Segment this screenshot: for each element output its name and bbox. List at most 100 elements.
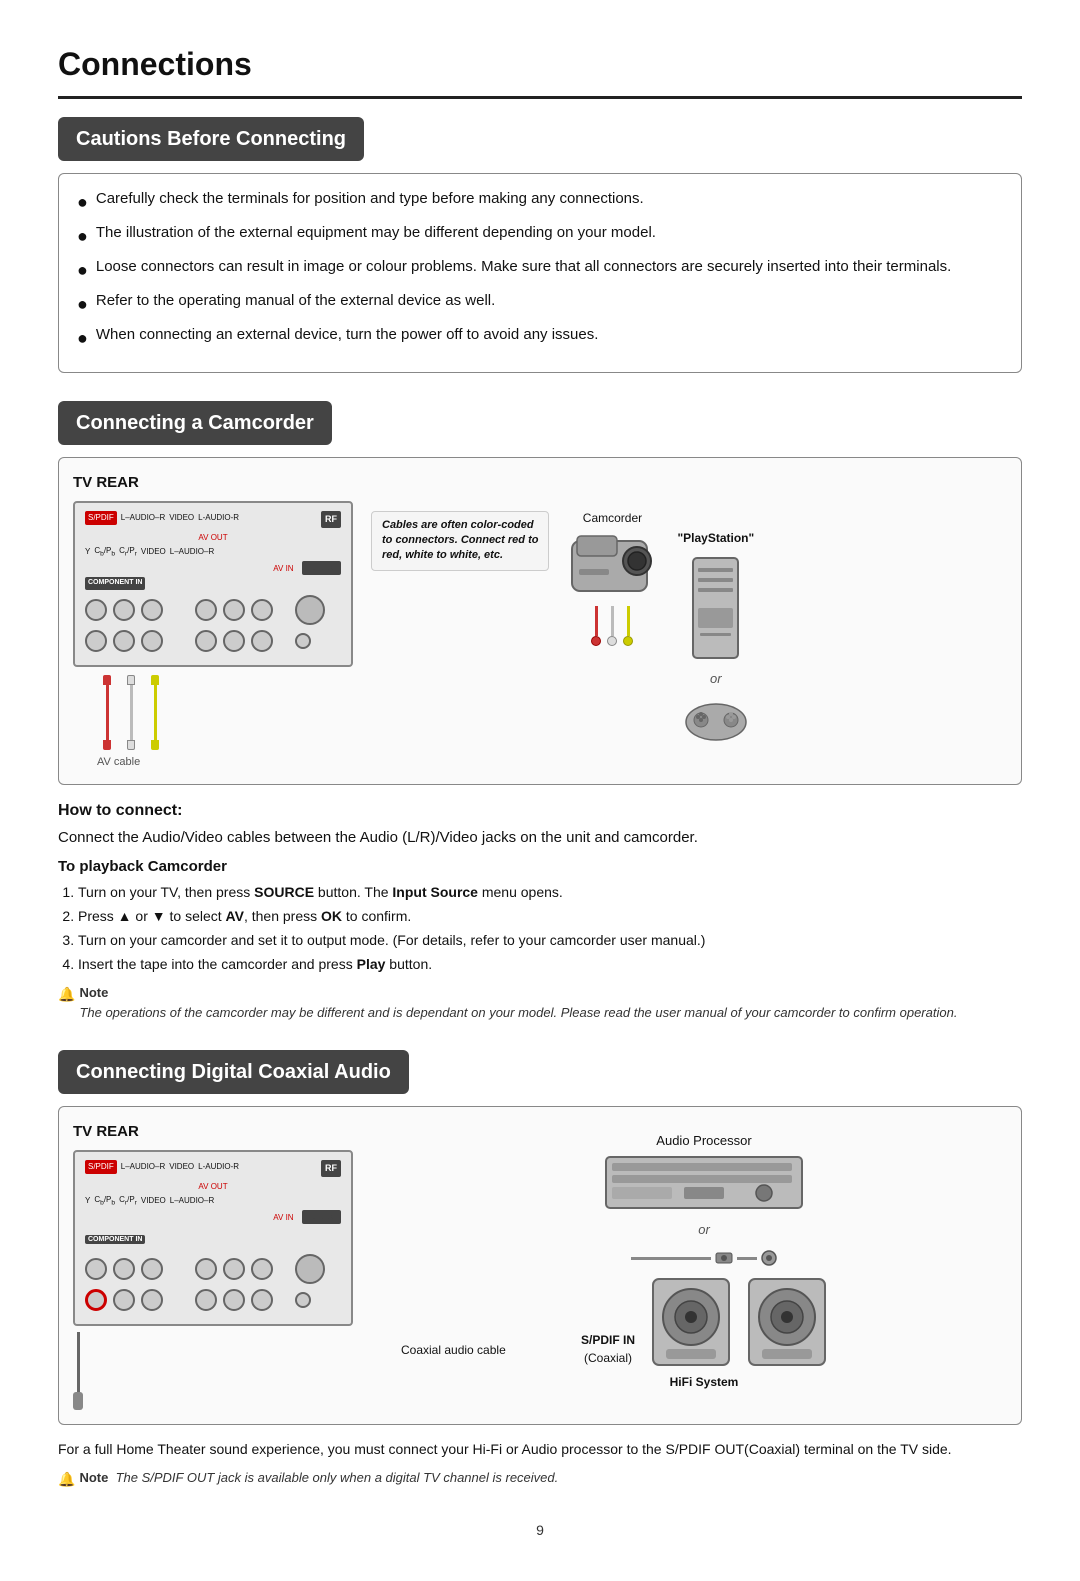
coaxial-or-text: or [401,1220,1007,1240]
spdif-port [85,1289,107,1311]
y-label: Y [85,546,90,558]
caution-item-4: ● Refer to the operating manual of the e… [77,290,1003,318]
spdif-label: S/PDIF [85,511,117,525]
camcorder-cable-group [591,606,633,646]
bullet-icon: ● [77,257,88,284]
playback-step-1: Turn on your TV, then press SOURCE butto… [78,882,1022,903]
coaxial-body-text: For a full Home Theater sound experience… [58,1439,1022,1460]
coaxial-panel-labels: S/PDIF L–AUDIO–R VIDEO L-AUDIO-R [85,1160,239,1174]
playback-step-4: Insert the tape into the camcorder and p… [78,954,1022,975]
cautions-section: Cautions Before Connecting ● Carefully c… [58,117,1022,373]
c-port-8 [113,1289,135,1311]
coaxial-connector-icon [715,1249,733,1267]
coaxial-diagram-inner: TV REAR S/PDIF L–AUDIO–R VIDEO L-AUDIO-R… [73,1121,1007,1410]
coaxial-diagram-box: TV REAR S/PDIF L–AUDIO–R VIDEO L-AUDIO-R… [58,1106,1022,1425]
cr-pr-label-c: Cr/Pr [119,1194,137,1209]
coaxial-ports-row-2 [85,1289,341,1311]
panel-top-row: S/PDIF L–AUDIO–R VIDEO L-AUDIO-R RF [85,511,341,529]
tv-rear-label-coaxial: TV REAR [73,1121,139,1144]
port-circle-10 [195,630,217,652]
cb-pb-label-c: Cb/Pb [94,1194,115,1209]
port-circle-3 [141,599,163,621]
tv-rear-label-camcorder: TV REAR [73,472,1007,495]
playstation-svg [688,553,743,663]
av-out-label: AV OUT [85,532,341,544]
c-port-small [295,1292,311,1308]
coaxial-note-icon: 🔔 [58,1469,75,1490]
audio-lr-label: L–AUDIO–R [121,512,165,524]
how-to-connect: How to connect: Connect the Audio/Video … [58,799,1022,850]
coaxial-panel-top-row: S/PDIF L–AUDIO–R VIDEO L-AUDIO-R RF [85,1160,341,1178]
y-label-c: Y [85,1195,90,1207]
cam-cable-3 [623,606,633,646]
component-in-label-row: COMPONENT IN [85,577,341,590]
video-label-top: VIDEO [169,512,194,524]
ports-row-1 [85,595,341,625]
audio-processor-label: Audio Processor [656,1131,751,1151]
cable-annotation-area: Cables are often color-coded to connecto… [371,501,549,571]
port-circle-2 [113,599,135,621]
coaxial-cable-label: Coaxial audio cable [401,1341,506,1359]
tv-rear-panel-coaxial: S/PDIF L–AUDIO–R VIDEO L-AUDIO-R RF AV O… [73,1150,353,1326]
c-port-5 [223,1258,245,1280]
panel-labels-row-left: S/PDIF L–AUDIO–R VIDEO L-AUDIO-R [85,511,239,525]
camcorder-device: Camcorder [567,509,657,646]
ports-row-2 [85,630,341,652]
audio-lr-label-c3: L–AUDIO–R [170,1195,214,1207]
component-in-label-coaxial: COMPONENT IN [85,1235,145,1244]
port-circle-5 [223,599,245,621]
component-in-label-row-coaxial: COMPONENT IN [85,1226,341,1249]
c-port-11 [223,1289,245,1311]
cautions-box: ● Carefully check the terminals for posi… [58,173,1022,373]
port-circle-11 [223,630,245,652]
playback-steps-list: Turn on your TV, then press SOURCE butto… [58,882,1022,975]
video-label-c2: VIDEO [141,1195,166,1207]
or-text: or [710,669,722,689]
video-label2: VIDEO [141,546,166,558]
c-port-1 [85,1258,107,1280]
c-port-4 [195,1258,217,1280]
playback-step-2: Press ▲ or ▼ to select AV, then press OK… [78,906,1022,927]
c-port-6 [251,1258,273,1280]
cb-pb-label: Cb/Pb [94,545,115,560]
cable-yellow [151,675,159,750]
c-port-large [295,1254,325,1284]
playback-section: To playback Camcorder Turn on your TV, t… [58,856,1022,976]
component-in-label: COMPONENT IN [85,577,145,590]
right-devices-area: Camcorder [567,501,1007,745]
spdif-plug [73,1392,83,1410]
cautions-header: Cautions Before Connecting [58,117,364,161]
port-circle-7 [85,630,107,652]
av-in-label: AV IN RS-232 [85,562,341,576]
playstation-area: "PlayStation" or [677,509,754,745]
coaxial-left-area: TV REAR S/PDIF L–AUDIO–R VIDEO L-AUDIO-R… [73,1121,353,1410]
av-cable-label: AV cable [97,754,140,771]
cautions-list: ● Carefully check the terminals for posi… [77,188,1003,352]
av-in-label-coaxial: AV IN RS-232 [85,1211,341,1225]
cam-cable-1 [591,606,601,646]
coaxial-note-text: Note The S/PDIF OUT jack is available on… [79,1468,558,1488]
rf-label: RF [321,511,341,529]
tv-rear-panel-camcorder: S/PDIF L–AUDIO–R VIDEO L-AUDIO-R RF AV O… [73,501,353,667]
cable-annotation: Cables are often color-coded to connecto… [371,511,549,571]
caution-item-3: ● Loose connectors can result in image o… [77,256,1003,284]
caution-item-2: ● The illustration of the external equip… [77,222,1003,250]
c-port-9 [141,1289,163,1311]
c-port-12 [251,1289,273,1311]
rf-label-coaxial: RF [321,1160,341,1178]
cable-connector-row [631,1249,777,1267]
caution-item-5: ● When connecting an external device, tu… [77,324,1003,352]
spdif-vline [77,1332,80,1392]
camcorder-cables [591,606,633,646]
bullet-icon: ● [77,223,88,250]
coaxial-section: Connecting Digital Coaxial Audio TV REAR… [58,1050,1022,1490]
camcorder-note-box: 🔔 Note The operations of the camcorder m… [58,983,1022,1022]
port-circle-small [295,633,311,649]
coaxial-panel-labels2: Y Cb/Pb Cr/Pr VIDEO L–AUDIO–R [85,1194,341,1209]
cable-white [127,675,135,750]
coaxial-ports-row-1 [85,1254,341,1284]
port-circle-4 [195,599,217,621]
three-cables [103,675,159,750]
camcorder-header: Connecting a Camcorder [58,401,332,445]
playback-step-3: Turn on your camcorder and set it to out… [78,930,1022,951]
